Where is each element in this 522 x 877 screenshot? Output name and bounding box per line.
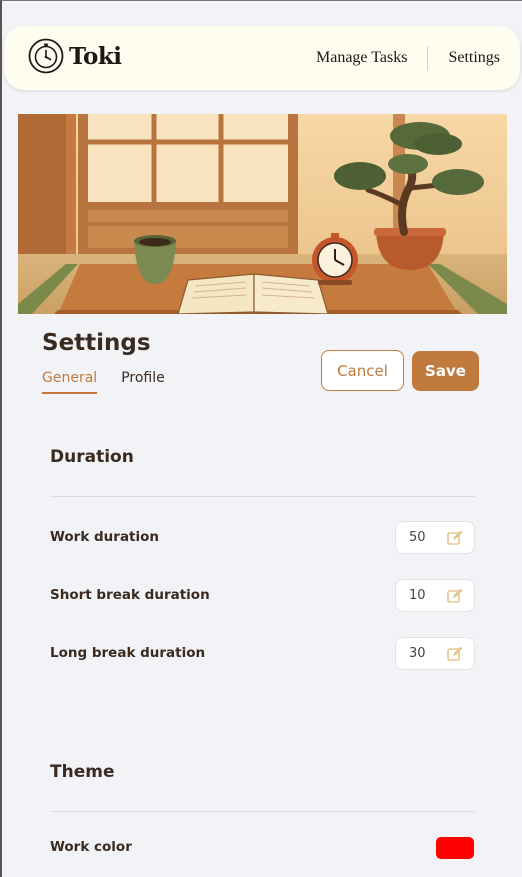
brand-name: Toki: [69, 42, 122, 70]
work-duration-field[interactable]: 50: [395, 521, 475, 554]
edit-icon[interactable]: [446, 587, 464, 605]
theme-divider: [50, 811, 475, 812]
brand[interactable]: Toki: [28, 38, 122, 74]
long-break-duration-label: Long break duration: [50, 645, 206, 661]
short-break-duration-value: 10: [409, 588, 426, 603]
top-navbar: Toki Manage Tasks Settings: [4, 26, 520, 90]
edit-icon[interactable]: [446, 529, 464, 547]
save-button[interactable]: Save: [412, 351, 479, 391]
duration-section-title: Duration: [50, 447, 134, 467]
nav-links: Manage Tasks Settings: [316, 46, 500, 70]
work-duration-label: Work duration: [50, 529, 160, 545]
cancel-button[interactable]: Cancel: [321, 350, 404, 391]
short-break-duration-field[interactable]: 10: [395, 579, 475, 612]
page-title: Settings: [42, 330, 151, 356]
nav-link-manage-tasks[interactable]: Manage Tasks: [316, 49, 407, 67]
long-break-duration-value: 30: [409, 646, 426, 661]
duration-divider: [50, 496, 475, 497]
work-color-label: Work color: [50, 839, 132, 855]
work-duration-value: 50: [409, 530, 426, 545]
nav-separator: [427, 46, 429, 70]
long-break-duration-field[interactable]: 30: [395, 637, 475, 670]
hero-illustration: [18, 114, 507, 314]
edit-icon[interactable]: [446, 645, 464, 663]
theme-section-title: Theme: [50, 762, 115, 782]
tab-profile[interactable]: Profile: [121, 370, 165, 394]
settings-tabs: General Profile: [42, 370, 189, 394]
japanese-room-illustration-icon: [18, 114, 507, 314]
work-color-swatch[interactable]: [436, 837, 474, 859]
clock-logo-icon: [28, 38, 64, 74]
short-break-duration-label: Short break duration: [50, 587, 210, 603]
tab-general[interactable]: General: [42, 370, 98, 394]
nav-link-settings[interactable]: Settings: [448, 49, 500, 67]
